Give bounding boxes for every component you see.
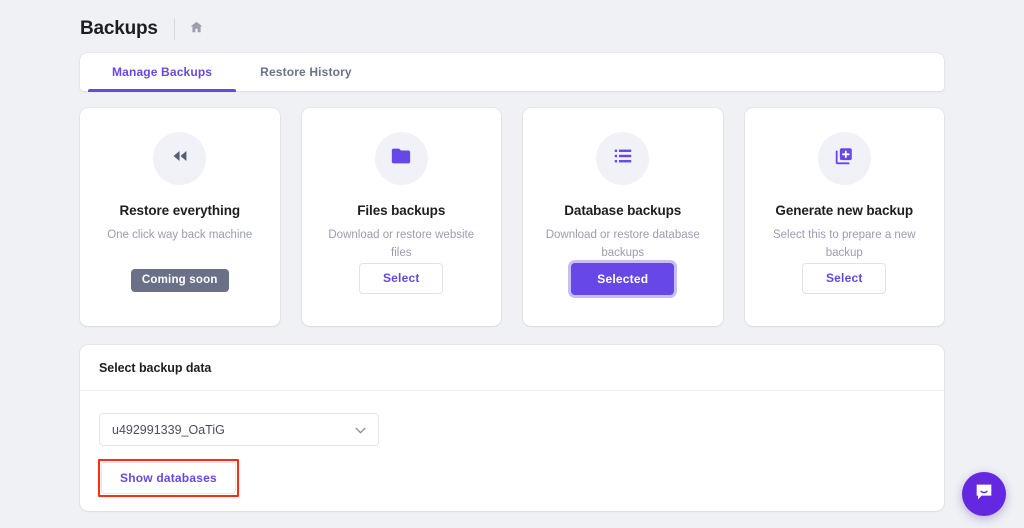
card-action: Coming soon: [130, 269, 229, 292]
card-description: Download or restore website files: [328, 229, 475, 259]
select-backup-data-panel: Select backup data u492991339_OaTiG Show…: [80, 345, 944, 511]
chat-launcher-button[interactable]: [962, 472, 1006, 516]
card-action: Select: [802, 262, 887, 294]
list-icon: [612, 145, 634, 172]
folder-icon: [390, 145, 412, 172]
selected-database-backups-button[interactable]: Selected: [571, 262, 675, 295]
rewind-icon: [169, 145, 191, 172]
chat-bubble-icon: [973, 481, 995, 508]
library-add-icon: [833, 145, 855, 172]
card-database-backups[interactable]: Database backups Download or restore dat…: [523, 108, 723, 326]
card-description: Download or restore database backups: [545, 229, 700, 259]
tab-restore-history-label: Restore History: [260, 65, 352, 79]
card-restore-everything[interactable]: Restore everything One click way back ma…: [80, 108, 280, 326]
breadcrumb-divider: [173, 18, 175, 40]
tab-manage-backups[interactable]: Manage Backups: [88, 53, 237, 92]
coming-soon-badge: Coming soon: [130, 269, 229, 292]
database-select[interactable]: u492991339_OaTiG: [99, 413, 379, 446]
database-select-value: u492991339_OaTiG: [112, 422, 225, 437]
chevron-down-icon: [355, 423, 366, 437]
page-title: Backups: [80, 18, 158, 39]
card-generate-new-backup[interactable]: Generate new backup Select this to prepa…: [744, 108, 944, 326]
home-icon[interactable]: [189, 20, 204, 39]
icon-circle: [817, 132, 871, 185]
icon-circle: [153, 132, 207, 185]
panel-body: u492991339_OaTiG Show databases: [80, 391, 944, 497]
card-action: Selected: [571, 262, 675, 295]
card-action: Select: [359, 262, 444, 294]
card-title: Restore everything: [119, 203, 241, 218]
card-description: One click way back machine: [107, 229, 253, 241]
show-databases-button[interactable]: Show databases: [101, 462, 236, 494]
annotation-highlight-box: Show databases: [98, 459, 239, 497]
backup-option-cards: Restore everything One click way back ma…: [80, 108, 944, 326]
card-title: Database backups: [564, 203, 682, 218]
icon-circle: [596, 132, 650, 185]
select-files-backups-button[interactable]: Select: [359, 262, 444, 294]
card-title: Generate new backup: [775, 203, 914, 218]
icon-circle: [374, 132, 428, 185]
tab-restore-history[interactable]: Restore History: [236, 53, 376, 91]
panel-heading: Select backup data: [80, 345, 944, 391]
card-description: Select this to prepare a new backup: [772, 229, 916, 259]
tab-manage-backups-label: Manage Backups: [112, 65, 213, 79]
card-files-backups[interactable]: Files backups Download or restore websit…: [301, 108, 501, 326]
tab-bar: Manage Backups Restore History: [80, 53, 944, 92]
page-header: Backups: [80, 14, 204, 44]
card-title: Files backups: [357, 203, 446, 218]
select-generate-new-backup-button[interactable]: Select: [802, 262, 887, 294]
